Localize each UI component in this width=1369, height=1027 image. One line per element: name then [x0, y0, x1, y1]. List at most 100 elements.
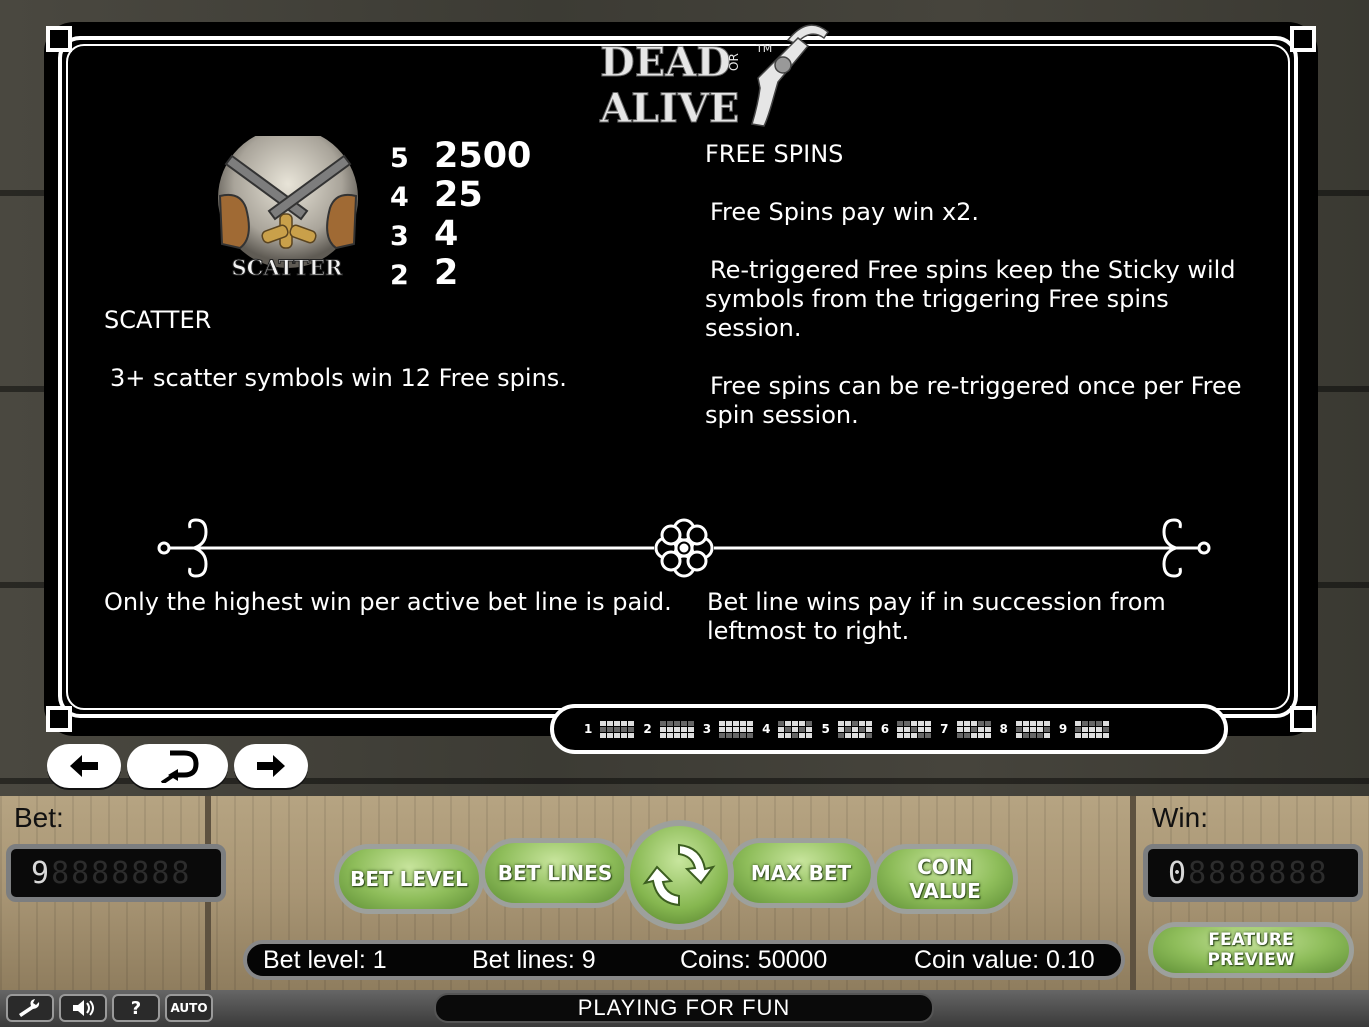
logo-or-text: OR	[727, 53, 741, 71]
pay-row: 3 4	[390, 214, 531, 254]
bet-line-cell	[733, 726, 740, 732]
scatter-symbol-label: SCATTER	[232, 255, 344, 280]
bet-lines-info: Bet lines: 9	[472, 946, 596, 974]
coin-value-button[interactable]: COIN VALUE	[872, 844, 1018, 914]
bet-line-cell	[925, 732, 932, 738]
bet-line-cell	[1103, 732, 1110, 738]
bet-line-cell	[851, 726, 858, 732]
previous-page-button[interactable]	[47, 744, 121, 788]
bet-line-cell	[1096, 726, 1103, 732]
bet-line-cell	[1103, 726, 1110, 732]
bet-line-cell	[614, 732, 621, 738]
sound-button[interactable]	[59, 994, 107, 1022]
bet-line-cell	[740, 732, 747, 738]
bet-line-cell	[687, 720, 694, 726]
bet-line-indicator: 1	[584, 720, 635, 738]
bet-line-cell	[607, 726, 614, 732]
frame-corner	[46, 26, 72, 52]
bet-line-cell	[844, 732, 851, 738]
bet-line-cell	[799, 726, 806, 732]
bet-lines-label: BET LINES	[497, 861, 613, 885]
bet-line-cell	[666, 726, 673, 732]
bet-unlit-digits: 8888888	[51, 855, 192, 891]
bet-line-cell	[778, 720, 785, 726]
bet-line-pattern	[1075, 720, 1110, 738]
bet-line-cell	[1036, 720, 1043, 726]
bet-line-cell	[865, 726, 872, 732]
bet-line-cell	[956, 726, 963, 732]
bet-line-cell	[1043, 732, 1050, 738]
bet-line-cell	[918, 720, 925, 726]
bet-line-cell	[911, 732, 918, 738]
bet-line-cell	[673, 732, 680, 738]
bet-line-cell	[837, 726, 844, 732]
bet-line-pattern	[778, 720, 813, 738]
bet-line-indicator: 7	[940, 720, 991, 738]
bet-line-number: 1	[584, 722, 593, 736]
bet-line-cell	[726, 726, 733, 732]
bet-line-number: 5	[821, 722, 830, 736]
bet-line-cell	[659, 720, 666, 726]
bet-line-cell	[984, 726, 991, 732]
max-bet-button[interactable]: MAX BET	[726, 838, 876, 908]
bet-line-cell	[806, 732, 813, 738]
bet-line-cell	[1089, 732, 1096, 738]
revolver-icon	[751, 24, 829, 127]
bet-line-cell	[792, 732, 799, 738]
bet-level-button[interactable]: BET LEVEL	[334, 844, 484, 914]
free-spins-rule: Free spins can be re-triggered once per …	[705, 372, 1242, 429]
bet-line-cell	[785, 732, 792, 738]
bet-line-cell	[1096, 720, 1103, 726]
bet-line-cell	[614, 720, 621, 726]
bet-line-pattern	[897, 720, 932, 738]
max-bet-label: MAX BET	[750, 861, 852, 885]
bet-line-cell	[600, 720, 607, 726]
bet-lines-button[interactable]: BET LINES	[480, 838, 630, 908]
back-to-game-button[interactable]	[127, 744, 228, 788]
win-unlit-digits: 8888888	[1188, 855, 1329, 891]
bet-line-indicator: 3	[703, 720, 754, 738]
game-logo: DEAD OR ALIVE TM	[598, 10, 848, 134]
bet-line-cell	[865, 732, 872, 738]
bet-line-cell	[607, 720, 614, 726]
bet-line-cell	[963, 726, 970, 732]
bet-line-pattern	[659, 720, 694, 738]
bet-line-cell	[600, 732, 607, 738]
settings-button[interactable]	[6, 994, 54, 1022]
pay-value: 4	[434, 214, 459, 254]
bet-level-label: BET LEVEL	[350, 867, 468, 891]
bet-line-cell	[799, 720, 806, 726]
bet-line-cell	[799, 732, 806, 738]
help-button[interactable]: ?	[112, 994, 160, 1022]
bet-line-cell	[1022, 726, 1029, 732]
next-page-button[interactable]	[234, 744, 308, 788]
feature-preview-button[interactable]: FEATURE PREVIEW	[1148, 922, 1354, 978]
bet-line-cell	[733, 720, 740, 726]
bet-line-cell	[1096, 732, 1103, 738]
free-spins-rule: Re-triggered Free spins keep the Sticky …	[705, 256, 1236, 342]
bet-line-cell	[628, 732, 635, 738]
rule-leftmost: Bet line wins pay if in succession from …	[707, 588, 1166, 645]
bet-line-cell	[1036, 726, 1043, 732]
autoplay-button[interactable]: AUTO	[165, 994, 213, 1022]
bet-line-cell	[1036, 732, 1043, 738]
free-spins-heading: FREE SPINS	[705, 140, 844, 168]
bet-line-cell	[806, 726, 813, 732]
frame-corner	[46, 706, 72, 732]
rule-highest-win: Only the highest win per active bet line…	[104, 588, 672, 616]
bet-line-pattern	[837, 720, 872, 738]
bet-line-cell	[865, 720, 872, 726]
bet-line-cell	[1089, 726, 1096, 732]
spin-button[interactable]	[624, 820, 734, 930]
bet-line-cell	[851, 720, 858, 726]
bet-line-cell	[1075, 726, 1082, 732]
wrench-icon	[19, 999, 40, 1017]
ornamental-divider	[150, 510, 1220, 590]
bet-line-cell	[911, 720, 918, 726]
bet-line-cell	[726, 732, 733, 738]
question-icon: ?	[130, 997, 142, 1019]
bet-line-indicator: 9	[1059, 720, 1110, 738]
return-icon	[160, 750, 199, 783]
coin-value-label-line1: COIN	[917, 855, 973, 879]
pay-count: 5	[390, 143, 409, 174]
